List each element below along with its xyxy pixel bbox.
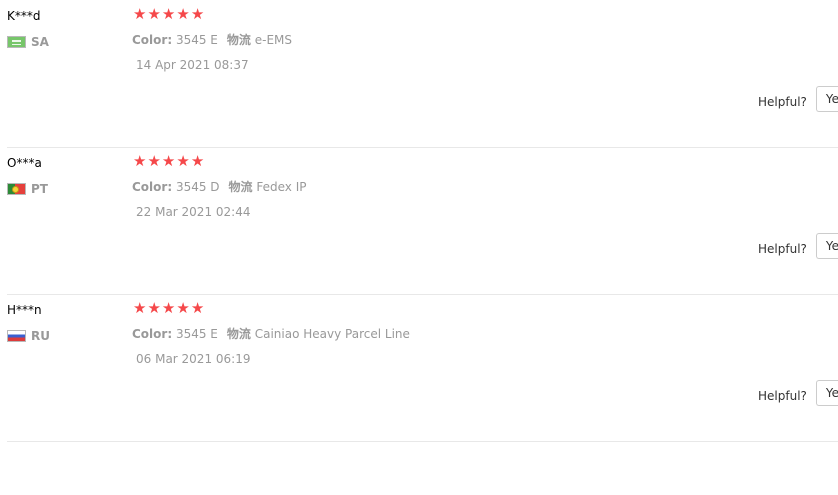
- saudi-arabia-flag-icon: [7, 36, 26, 48]
- reviewer-country: PT: [7, 182, 48, 196]
- reviews-list: K***d SA ★ ★ ★ ★ ★ Color: 3545 E 物流 e-EMS…: [0, 0, 838, 495]
- shipping-label: 物流: [226, 327, 251, 341]
- color-label: Color:: [132, 33, 173, 47]
- review-date: 22 Mar 2021 02:44: [136, 205, 251, 219]
- helpful-label: Helpful?: [758, 242, 807, 256]
- reviewer-name: O***a: [7, 156, 42, 170]
- star-icon: ★: [147, 152, 161, 170]
- shipping-label: 物流: [226, 33, 251, 47]
- star-icon: ★: [161, 152, 176, 170]
- star-icon: ★: [190, 152, 205, 170]
- shipping-value: e-EMS: [254, 33, 292, 47]
- color-value: 3545 E: [175, 327, 218, 341]
- helpful-label: Helpful?: [758, 389, 807, 403]
- review-item: H***n RU ★ ★ ★ ★ ★ Color: 3545 E 物流 Caini…: [7, 294, 838, 442]
- review-date: 06 Mar 2021 06:19: [136, 352, 251, 366]
- star-icon: ★: [176, 299, 190, 317]
- review-item: K***d SA ★ ★ ★ ★ ★ Color: 3545 E 物流 e-EMS…: [7, 0, 838, 148]
- country-code: RU: [31, 329, 50, 343]
- review-date: 14 Apr 2021 08:37: [136, 58, 249, 72]
- review-item: O***a PT ★ ★ ★ ★ ★ Color: 3545 D 物流 Fedex…: [7, 147, 838, 295]
- product-attributes: Color: 3545 D 物流 Fedex IP: [132, 180, 307, 194]
- star-rating: ★ ★ ★ ★ ★: [133, 153, 204, 170]
- shipping-value: Fedex IP: [256, 180, 307, 194]
- product-attributes: Color: 3545 E 物流 Cainiao Heavy Parcel Lin…: [132, 327, 410, 341]
- color-label: Color:: [132, 327, 173, 341]
- star-icon: ★: [161, 5, 176, 23]
- product-attributes: Color: 3545 E 物流 e-EMS: [132, 33, 292, 47]
- color-label: Color:: [132, 180, 173, 194]
- star-rating: ★ ★ ★ ★ ★: [133, 300, 204, 317]
- star-icon: ★: [176, 5, 190, 23]
- country-code: PT: [31, 182, 48, 196]
- reviewer-name: H***n: [7, 303, 42, 317]
- star-icon: ★: [133, 152, 147, 170]
- helpful-vote: Helpful? Yes: [758, 380, 838, 406]
- star-icon: ★: [133, 5, 147, 23]
- reviewer-country: RU: [7, 329, 50, 343]
- color-value: 3545 E: [175, 33, 218, 47]
- star-icon: ★: [161, 299, 176, 317]
- star-icon: ★: [190, 299, 205, 317]
- star-icon: ★: [176, 152, 190, 170]
- star-icon: ★: [147, 5, 161, 23]
- star-icon: ★: [147, 299, 161, 317]
- helpful-yes-button[interactable]: Yes: [815, 86, 838, 112]
- russia-flag-icon: [7, 330, 26, 342]
- shipping-value: Cainiao Heavy Parcel Line: [254, 327, 410, 341]
- helpful-vote: Helpful? Yes: [758, 233, 838, 259]
- color-value: 3545 D: [175, 180, 220, 194]
- shipping-label: 物流: [228, 180, 253, 194]
- star-icon: ★: [190, 5, 205, 23]
- country-code: SA: [31, 35, 49, 49]
- star-icon: ★: [133, 299, 147, 317]
- reviewer-name: K***d: [7, 9, 41, 23]
- star-rating: ★ ★ ★ ★ ★: [133, 6, 204, 23]
- helpful-label: Helpful?: [758, 95, 807, 109]
- helpful-vote: Helpful? Yes: [758, 86, 838, 112]
- reviewer-country: SA: [7, 35, 49, 49]
- portugal-flag-icon: [7, 183, 26, 195]
- helpful-yes-button[interactable]: Yes: [815, 233, 838, 259]
- helpful-yes-button[interactable]: Yes: [815, 380, 838, 406]
